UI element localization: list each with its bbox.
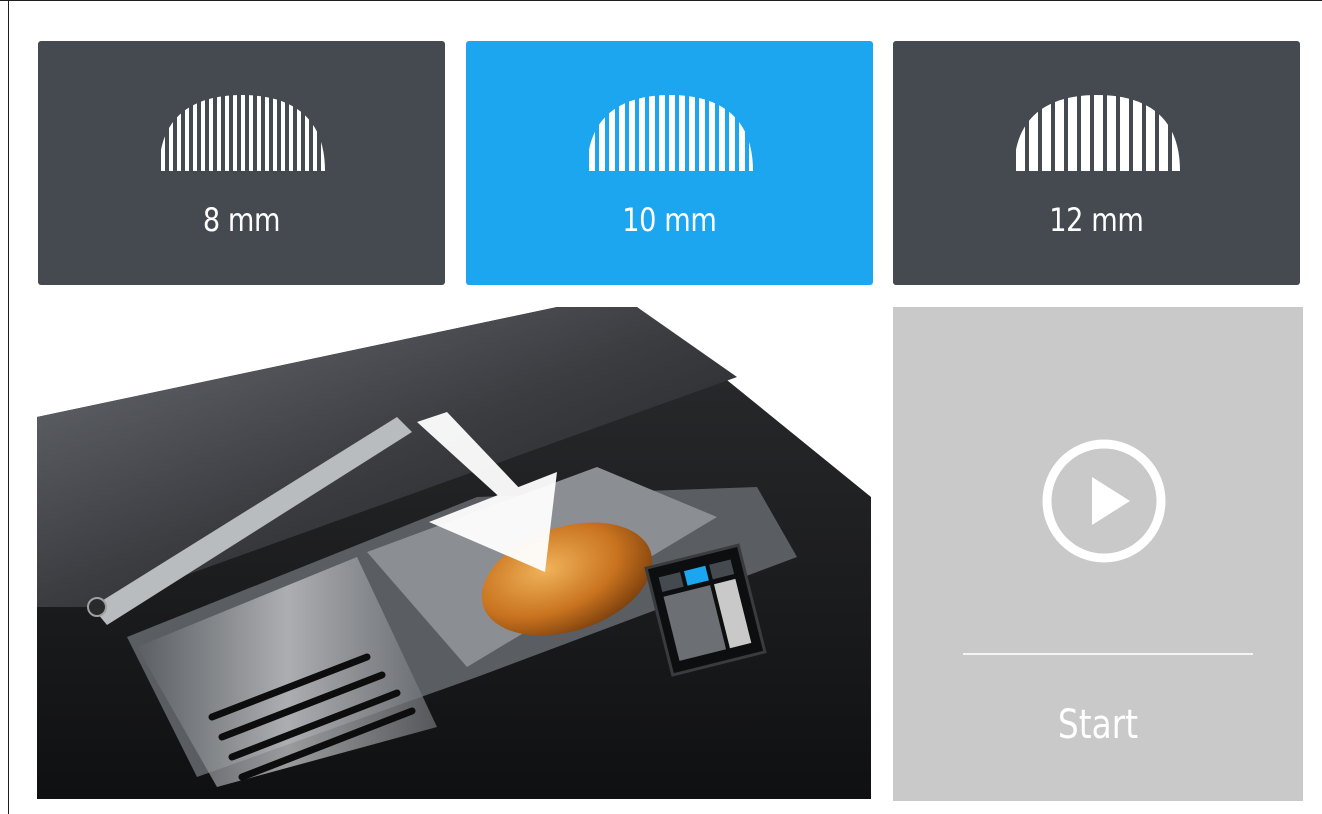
thickness-10mm-button[interactable]: 10 mm <box>466 41 873 285</box>
start-divider <box>963 653 1253 655</box>
start-label: Start <box>1057 702 1139 748</box>
thickness-label: 10 mm <box>622 201 717 239</box>
bread-slices-icon <box>160 95 325 171</box>
start-button[interactable]: Start <box>893 307 1303 801</box>
bread-slicer-machine-image <box>37 307 871 799</box>
play-icon <box>1042 439 1166 563</box>
machine-illustration <box>37 307 871 799</box>
thickness-label: 8 mm <box>202 201 281 239</box>
bread-slices-icon <box>588 95 753 171</box>
frame-top-border <box>0 0 1322 1</box>
frame-left-border <box>8 0 9 814</box>
thickness-label: 12 mm <box>1049 201 1144 239</box>
thickness-8mm-button[interactable]: 8 mm <box>38 41 445 285</box>
bread-slices-icon <box>1015 95 1180 171</box>
thickness-12mm-button[interactable]: 12 mm <box>893 41 1300 285</box>
